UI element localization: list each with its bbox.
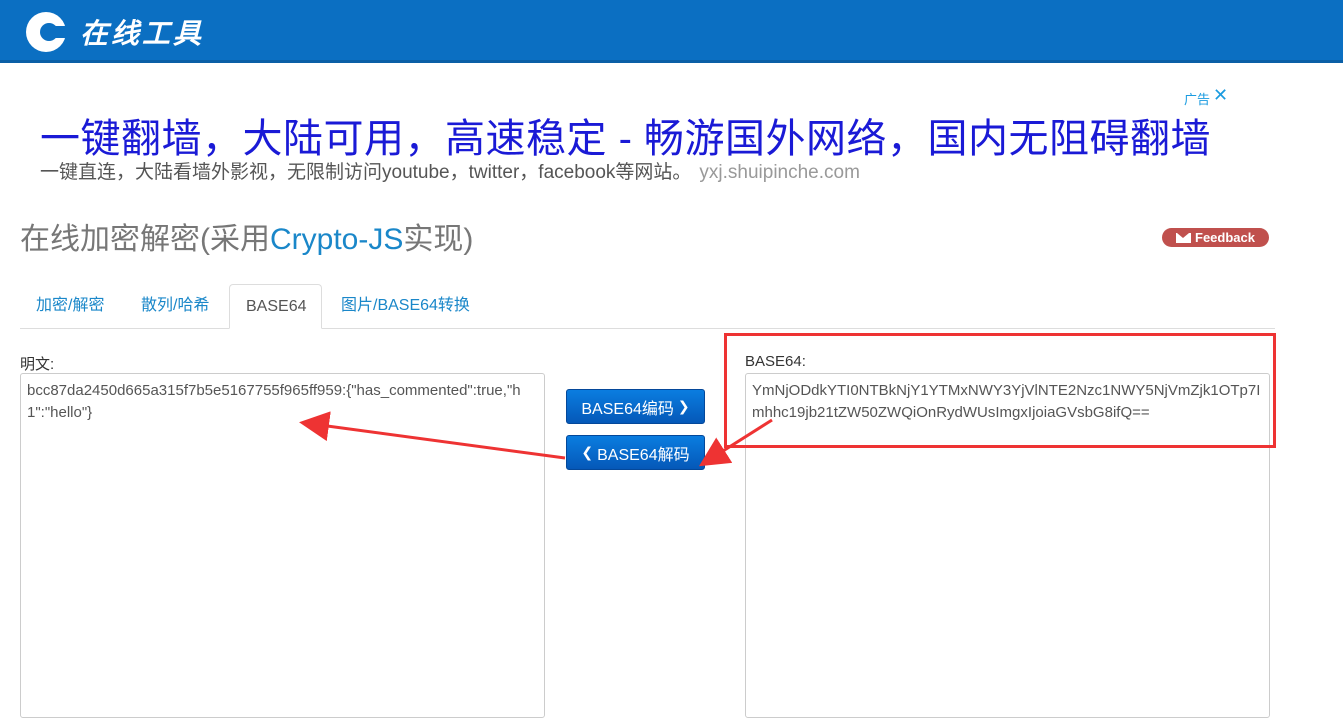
arrow-to-plaintext bbox=[299, 411, 566, 460]
annotation-arrows bbox=[299, 411, 773, 467]
arrow-to-decode-button bbox=[698, 418, 773, 467]
